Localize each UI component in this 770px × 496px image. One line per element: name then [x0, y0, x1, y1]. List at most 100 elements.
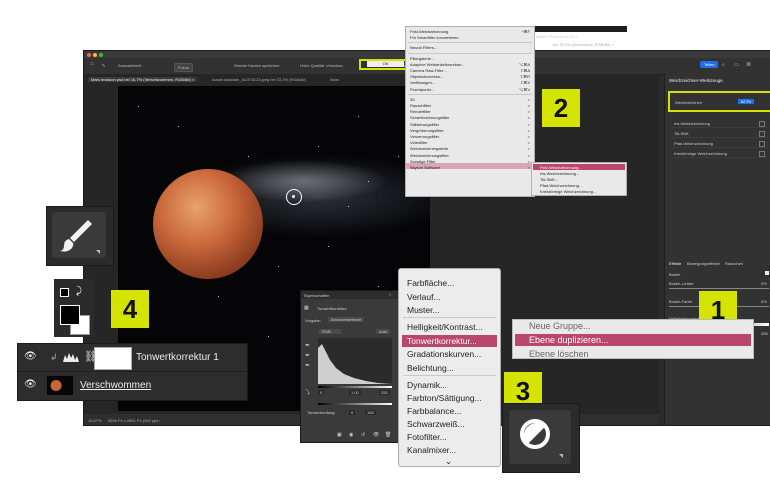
visibility-icon[interactable]: 👁 [373, 432, 379, 438]
preset-select[interactable]: Benutzerdefiniert [328, 317, 365, 322]
tab-bewegungseffekte[interactable]: Bewegungseffekte [687, 261, 720, 266]
zoom-window-icon[interactable] [99, 53, 103, 57]
filter-item[interactable]: Adaptive Weitwinkelkorrektur... [410, 62, 465, 67]
blur-pin-center[interactable] [292, 195, 295, 198]
ctx-delete-layer[interactable]: Ebene löschen [529, 349, 589, 358]
adjustment-item[interactable]: Farbbalance... [407, 406, 461, 416]
scroll-more-icon[interactable]: ⌄ [445, 456, 452, 467]
status-arrow-icon[interactable]: › [159, 418, 160, 423]
adjustment-item[interactable]: Kanalmixer... [407, 445, 456, 455]
ctx-duplicate-layer[interactable]: Ebene duplizieren... [529, 335, 609, 345]
submenu-item[interactable]: Tilt-Shift... [540, 177, 558, 182]
adjustment-item[interactable]: Gradationskurven... [407, 349, 481, 359]
input-slider-track[interactable] [318, 386, 392, 388]
filter-item[interactable]: Fluchtpunkt... [410, 87, 434, 92]
option-preview[interactable]: Vorschau [326, 63, 343, 68]
bokeh-checkbox[interactable] [765, 271, 769, 275]
tab-ausdrucksstark[interactable]: Ausdrucksstark_AU375123.jpeg bei 33,3% (… [212, 77, 306, 82]
tab-effekte[interactable]: Effekte [669, 261, 681, 266]
dodge-tool-button[interactable] [509, 410, 571, 464]
filter-item[interactable]: Vergröberungsfilter [410, 128, 444, 133]
filter-item[interactable]: Feld-Weichzeichnung [410, 29, 448, 34]
adjustment-item[interactable]: Belichtung... [407, 363, 454, 373]
close-window-icon[interactable] [87, 53, 91, 57]
submenu-item[interactable]: Iris-Weichzeichnung... [540, 171, 579, 176]
layer-name-levels[interactable]: Tonwertkorrektur 1 [136, 352, 219, 363]
filter-item[interactable]: Weichzeichnergalerie [410, 146, 448, 151]
tab-mars-invasion[interactable]: Mars invasion.psd bei 16,7% (Verschwomme… [88, 77, 198, 82]
option-auswahlsicht[interactable]: Auswahlsicht [118, 63, 141, 68]
settings-icon[interactable]: ⌘ [746, 62, 751, 68]
tab-rauschen[interactable]: Rauschen [725, 261, 743, 266]
adjustment-item[interactable]: Tonwertkorrektur... [407, 336, 477, 346]
ok-button[interactable]: OK [367, 61, 404, 67]
adjustment-item[interactable]: Dynamik... [407, 380, 447, 390]
option-soft-edges[interactable]: Weiche Kanten speichern [234, 63, 280, 68]
option-fokus[interactable]: Fokus [174, 63, 193, 72]
layer-name-blurred[interactable]: Verschwommen [80, 380, 151, 391]
swap-colors-icon[interactable]: ⤸ [76, 286, 82, 297]
filter-item[interactable]: Videofilter [410, 140, 428, 145]
option-quality[interactable]: Hohe Qualität [300, 63, 324, 68]
search-icon[interactable]: ⌕ [722, 62, 725, 68]
channel-select[interactable]: RGB [319, 329, 341, 334]
input-white[interactable]: 255 [379, 390, 390, 395]
output-black[interactable]: 0 [349, 410, 356, 415]
filter-item[interactable]: Sonstige Filter [410, 159, 436, 164]
bokeh-lights-slider[interactable] [669, 288, 769, 289]
submenu-item[interactable]: Pfad-Weichzeichnung... [540, 183, 582, 188]
row-path-blur[interactable]: Pfad-Weichzeichnung [671, 139, 769, 148]
trash-icon[interactable]: 🗑 [385, 432, 391, 438]
adjustment-item[interactable]: Farbfläche... [407, 278, 454, 288]
clip-icon[interactable]: ▣ [337, 432, 342, 438]
visibility-eye-icon[interactable]: 👁 [24, 351, 37, 362]
home-icon[interactable]: ⌂ [90, 61, 94, 67]
filter-item[interactable]: Stilisierungsfilter [410, 122, 439, 127]
minimize-window-icon[interactable] [93, 53, 97, 57]
panel-menu-icon[interactable]: ≡ [389, 292, 391, 297]
eyedropper-gray-icon[interactable]: ✒ [305, 352, 310, 359]
row-tilt-shift[interactable]: Tilt-Shift [671, 129, 769, 138]
layer-mask-thumbnail[interactable] [94, 347, 132, 370]
layer-row-blurred[interactable]: 👁 Verschwommen [18, 372, 247, 399]
ctx-new-group[interactable]: Neue Gruppe... [529, 321, 591, 331]
filter-item[interactable]: Neural Filters... [410, 45, 437, 50]
reset-icon[interactable]: ↺ [361, 432, 365, 438]
layer-row-levels[interactable]: 👁 ↲ ⛓ Tonwertkorrektur 1 [18, 344, 247, 372]
row-spin-blur[interactable]: Kreisförmige Weichzeichnung [671, 149, 769, 158]
filter-item[interactable]: Filtergalerie... [410, 56, 434, 61]
workspace-icon[interactable]: ▭ [734, 62, 739, 68]
view-previous-icon[interactable]: ◉ [349, 432, 353, 438]
input-black[interactable]: 0 [318, 390, 325, 395]
filter-item[interactable]: Weichzeichnungsfilter [410, 153, 449, 158]
share-button[interactable]: Teilen [700, 61, 719, 68]
filter-item[interactable]: Für Smartfilter konvertieren [410, 35, 458, 40]
blur-value[interactable]: 82 Px [738, 99, 755, 104]
adjustment-item[interactable]: Helligkeit/Kontrast... [407, 322, 483, 332]
default-colors-icon[interactable] [60, 288, 69, 297]
filter-item[interactable]: Renderfilter [410, 109, 431, 114]
filter-item[interactable]: Scharfzeichnungsfilter [410, 115, 449, 120]
submenu-item[interactable]: Feld-Weichzeichnung... [540, 165, 582, 170]
adjustment-item[interactable]: Fotofilter... [407, 432, 447, 442]
submenu-item[interactable]: Kreisförmige Weichzeichnung... [540, 189, 596, 194]
clip-to-layer-icon[interactable]: ⤵ [305, 389, 310, 396]
eyedropper-white-icon[interactable]: ✒ [305, 362, 310, 369]
visibility-eye-icon[interactable]: 👁 [24, 379, 37, 390]
auto-button[interactable]: Auto [376, 329, 391, 334]
filter-item[interactable]: Rauschfilter [410, 103, 431, 108]
adjustment-item[interactable]: Verlauf... [407, 292, 441, 302]
filter-item[interactable]: Skylum Software [410, 165, 440, 170]
adjustment-item[interactable]: Schwarzweiß... [407, 419, 465, 429]
adjustment-item[interactable]: Muster... [407, 305, 440, 315]
output-white[interactable]: 165 [365, 410, 376, 415]
adjustment-item[interactable]: Farbton/Sättigung... [407, 393, 482, 403]
eyedropper-black-icon[interactable]: ✒ [305, 342, 310, 349]
filter-item[interactable]: Verflüssigen... [410, 80, 435, 85]
input-gamma[interactable]: 1,00 [349, 390, 361, 395]
filter-item[interactable]: Camera Raw-Filter... [410, 68, 447, 73]
foreground-color-swatch[interactable] [60, 305, 80, 325]
filter-item[interactable]: Objektivkorrektur... [410, 74, 443, 79]
brush-tool-button[interactable] [52, 212, 106, 258]
brush-options-icon[interactable]: ✎ [102, 63, 105, 68]
